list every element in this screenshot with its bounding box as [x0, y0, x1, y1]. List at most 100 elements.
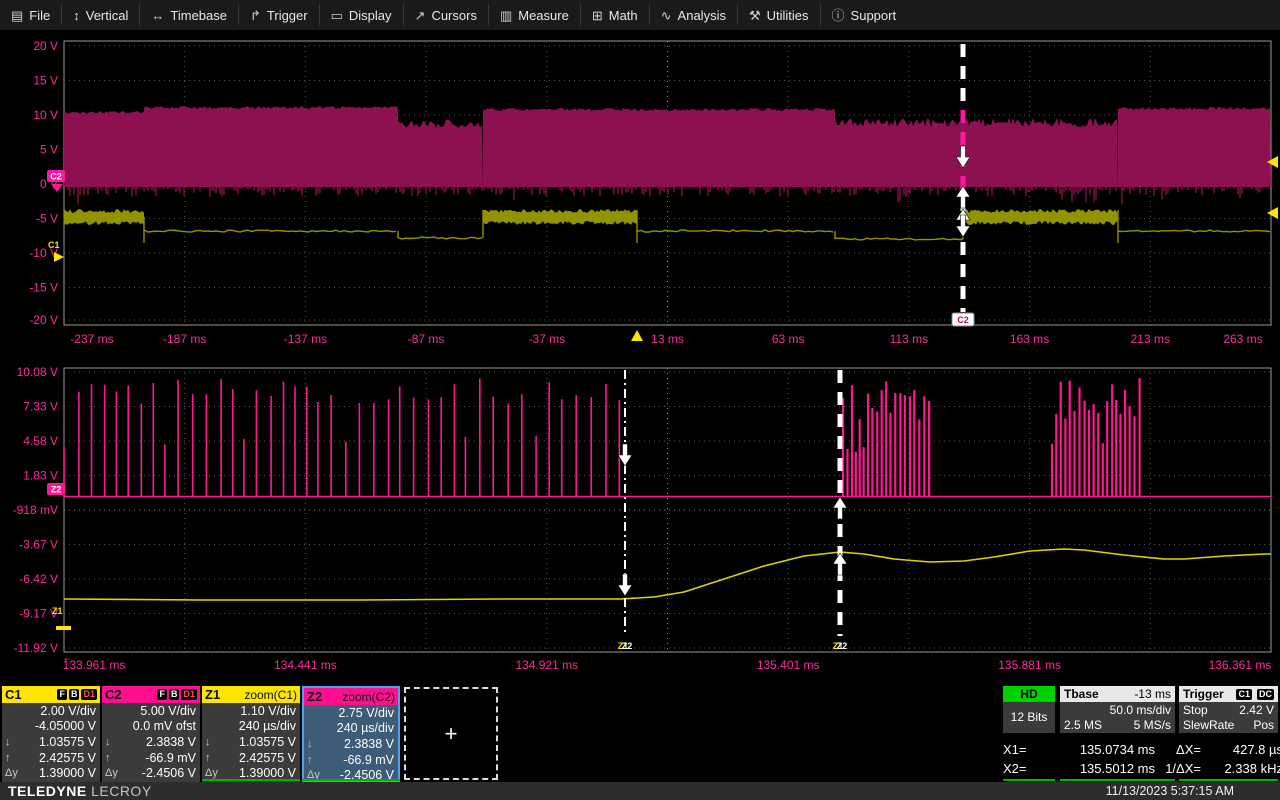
y-axis-tick-label: 15 V — [33, 74, 58, 88]
row-value: 2.42575 V — [239, 750, 296, 765]
hd-mode-box[interactable]: HD 12 Bits — [1003, 686, 1055, 733]
timebase-box[interactable]: Tbase -13 ms 50.0 ms/div 2.5 MS 5 MS/s — [1060, 686, 1175, 733]
brand-lecroy: LECROY — [91, 783, 152, 799]
descriptor-title: C1 — [5, 687, 22, 702]
y-axis-tick-label: 10 V — [33, 108, 58, 122]
descriptor-row-value: ↓ 1.03575 V — [202, 734, 300, 750]
descriptor-row-value: ↓ 2.3838 V — [304, 736, 398, 752]
z1-zero-label[interactable]: Z1 — [52, 606, 63, 616]
c2-trace: C2 — [47, 106, 1271, 204]
cursor-arrow-up — [832, 496, 848, 520]
descriptor-row-value: ↑ 2.42575 V — [2, 750, 100, 766]
row-value: 5.00 V/div — [140, 703, 196, 718]
row-prefix: Δy — [205, 767, 218, 780]
descriptor-c2[interactable]: C2 F B D1 5.00 V/div 0.0 mV ofst ↓ 2.3838 V ↑ -66… — [102, 686, 200, 782]
footer-bar: TELEDYNE LECROY 11/13/2023 5:37:15 AM — [0, 782, 1280, 800]
x-axis-tick-label: 113 ms — [890, 332, 928, 346]
row-value: 1.03575 V — [39, 734, 96, 749]
descriptor-header: C2 F B D1 — [102, 686, 200, 703]
y-axis-tick-label: -15 V — [29, 281, 58, 295]
x2-label: X2= — [1003, 761, 1027, 776]
descriptor-row-value: 2.00 V/div — [2, 703, 100, 719]
row-prefix: ↓ — [307, 737, 313, 750]
row-value: -2.4506 V — [141, 766, 196, 781]
c1-trace: C1 — [48, 209, 1271, 262]
descriptor-row-value: 2.75 V/div — [304, 705, 398, 721]
x-axis-tick-label: -37 ms — [528, 332, 565, 346]
descriptor-c1[interactable]: C1 F B D1 2.00 V/div -4.05000 V ↓ 1.03575 V ↑ 2.4… — [2, 686, 100, 782]
trigger-badges: C1 DC — [1233, 688, 1274, 700]
row-value: 2.3838 V — [145, 734, 196, 749]
row-prefix: ↑ — [5, 751, 11, 764]
y-axis-tick-label: 1.83 V — [23, 469, 58, 483]
descriptor-header: Z2 zoom(C2) — [304, 688, 398, 705]
dx-value: 427.8 µs — [1232, 742, 1280, 757]
row-value: 240 µs/div — [336, 721, 394, 736]
descriptor-row-value: -4.05000 V — [2, 719, 100, 735]
x-axis-tick-label: 134.921 ms — [515, 658, 578, 672]
trigger-mode: Stop — [1183, 702, 1208, 717]
badge-b: B — [68, 689, 80, 700]
z1-zero-marker — [56, 626, 71, 630]
y-axis-tick-label: 20 V — [33, 39, 58, 53]
timebase-label: Tbase — [1064, 687, 1099, 701]
descriptor-row-value: ↑ -66.9 mV — [304, 752, 398, 768]
timebase-offset: -13 ms — [1134, 687, 1171, 701]
descriptor-row-value: ↑ -66.9 mV — [102, 750, 200, 766]
badge-f: F — [157, 689, 167, 700]
descriptor-subtitle: zoom(C2) — [342, 689, 395, 704]
descriptor-header: Z1 zoom(C1) — [202, 686, 300, 703]
x-axis-tick-label: 213 ms — [1131, 332, 1170, 346]
row-value: 240 µs/div — [238, 719, 296, 734]
c1-zero-label[interactable]: C1 — [48, 240, 60, 250]
descriptor-row-value: ↓ 1.03575 V — [2, 734, 100, 750]
trigger-label: Trigger — [1183, 687, 1224, 701]
descriptor-badges: F B D1 — [157, 689, 197, 700]
hd-badge: HD — [1003, 686, 1055, 702]
add-trace-button[interactable]: + — [404, 687, 498, 780]
badge-d1: D1 — [81, 689, 97, 700]
datetime: 11/13/2023 5:37:15 AM — [1105, 784, 1234, 798]
row-value: 0.0 mV ofst — [132, 719, 196, 734]
trigger-badge-c1: C1 — [1236, 688, 1252, 700]
z2-active-indicator — [302, 779, 400, 781]
descriptor-badges: F B D1 — [57, 689, 97, 700]
trigger-slope: Pos — [1253, 717, 1274, 732]
descriptor-subtitle: zoom(C1) — [244, 687, 297, 702]
y-axis-tick-label: 4.58 V — [23, 434, 58, 448]
row-value: 2.3838 V — [343, 736, 394, 751]
timebase-rate: 5 MS/s — [1133, 717, 1171, 732]
cursor-label: Z2 — [837, 641, 848, 651]
descriptor-row-value: 1.10 V/div — [202, 703, 300, 719]
oscilloscope-app: ▤ File ↕ Vertical ↔ Timebase ↱ Trigger ▭ Display ↗… — [0, 0, 1280, 800]
trigger-position-marker[interactable] — [631, 330, 643, 341]
invdx-label: 1/ΔX= — [1165, 761, 1201, 776]
x-axis-tick-label: 13 ms — [651, 332, 684, 346]
x2-value: 135.5012 ms — [1079, 761, 1155, 776]
descriptor-z1[interactable]: Z1 zoom(C1) 1.10 V/div 240 µs/div ↓ 1.03575 V… — [202, 686, 300, 782]
timebase-samples: 2.5 MS — [1064, 717, 1103, 732]
trigger-badge-dc: DC — [1257, 688, 1274, 700]
row-value: 1.39000 V — [39, 766, 96, 781]
y-axis-tick-label: -11.92 V — [14, 641, 58, 655]
y-axis-tick-label: -20 V — [29, 313, 58, 327]
descriptor-z2[interactable]: Z2 zoom(C2) 2.75 V/div 240 µs/div ↓ 2.3838 V ↑… — [302, 686, 400, 782]
trigger-level-marker[interactable] — [1267, 207, 1278, 219]
hd-bits: 12 Bits — [1010, 710, 1048, 724]
pan-left-arrow[interactable]: ← — [62, 650, 74, 664]
scope-display: 20 V15 V10 V5 V0 V-5 V-10 V-15 V-20 V-23… — [13, 39, 1278, 672]
x-axis-tick-label: 63 ms — [772, 332, 805, 346]
x-axis-tick-label: 263 ms — [1223, 332, 1262, 346]
trigger-box[interactable]: Trigger C1 DC Stop 2.42 V SlewRate Pos — [1179, 686, 1278, 733]
badge-d1: D1 — [181, 689, 197, 700]
descriptor-header: C1 F B D1 — [2, 686, 100, 703]
dx-label: ΔX= — [1176, 742, 1201, 757]
badge-b: B — [168, 689, 180, 700]
descriptor-row-value: 5.00 V/div — [102, 703, 200, 719]
descriptor-title: Z2 — [307, 689, 323, 704]
row-prefix: ↑ — [205, 751, 211, 764]
row-value: 2.75 V/div — [338, 705, 394, 720]
y-axis-tick-label: 5 V — [40, 143, 58, 157]
x-axis-tick-label: 135.881 ms — [998, 658, 1061, 672]
descriptor-title: Z1 — [205, 687, 221, 702]
